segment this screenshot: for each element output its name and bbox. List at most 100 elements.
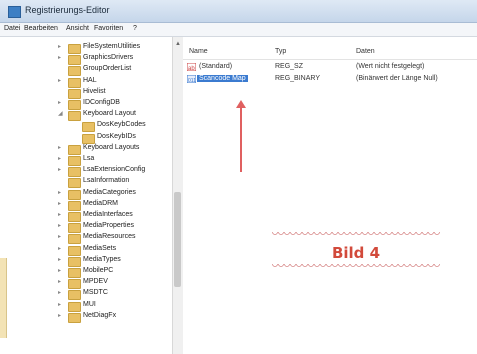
folder-icon — [82, 133, 95, 144]
expand-arrow-icon[interactable]: ▸ — [58, 233, 61, 240]
folder-icon — [68, 77, 81, 88]
expand-arrow-icon[interactable]: ▸ — [58, 54, 61, 61]
expand-arrow-icon[interactable]: ▸ — [58, 77, 61, 84]
tree-item-label: IDConfigDB — [83, 99, 120, 106]
tree-item-label: DosKeybCodes — [97, 121, 146, 129]
title-bar: Registrierungs-Editor — [0, 0, 477, 23]
folder-icon — [68, 279, 81, 290]
folder-icon — [68, 290, 81, 301]
folder-icon — [68, 167, 81, 178]
value-data: (Wert nicht festgelegt) — [356, 63, 425, 70]
expand-arrow-icon[interactable]: ▸ — [58, 278, 61, 285]
tree-item-label: Keyboard Layouts — [83, 143, 140, 151]
expand-arrow-icon[interactable]: ▸ — [58, 189, 61, 196]
expand-arrow-icon[interactable]: ▸ — [58, 312, 61, 319]
value-row[interactable]: ab (Standard) REG_SZ (Wert nicht festgel… — [183, 62, 477, 73]
folder-icon — [68, 245, 81, 256]
window-title: Registrierungs-Editor — [25, 5, 110, 15]
tree-item-label: DosKeybIDs — [97, 132, 136, 140]
value-type: REG_SZ — [275, 63, 304, 70]
folder-icon — [68, 301, 81, 312]
tree-item-label: MediaSets — [83, 244, 117, 252]
tree-item-label: MediaInterfaces — [83, 211, 133, 218]
folder-icon — [68, 256, 81, 267]
folder-icon — [68, 88, 81, 99]
tree-item-label: NetDiagFx — [83, 311, 117, 319]
svg-text:ab: ab — [188, 66, 195, 71]
expand-arrow-icon[interactable]: ▸ — [58, 211, 61, 218]
menu-help[interactable]: ? — [133, 25, 137, 32]
value-data: (Binärwert der Länge Null) — [356, 75, 438, 82]
tree-item-label: MediaResources — [83, 233, 136, 241]
scroll-up-icon[interactable]: ▲ — [175, 41, 181, 47]
folder-icon — [68, 234, 81, 245]
figure-label: Bild 4 — [331, 244, 381, 262]
menu-bar: Datei Bearbeiten Ansicht Favoriten ? — [0, 23, 477, 37]
annotation-wave-top — [272, 232, 440, 238]
string-value-icon: ab — [187, 63, 196, 71]
folder-icon — [68, 312, 81, 323]
value-type: REG_BINARY — [275, 75, 320, 82]
expand-arrow-icon[interactable]: ▸ — [58, 43, 61, 50]
folder-icon — [68, 223, 81, 234]
scrollbar-thumb[interactable] — [174, 192, 181, 287]
expand-arrow-icon[interactable]: ▸ — [58, 289, 61, 296]
value-name: (Standard) — [199, 63, 233, 70]
folder-icon — [68, 100, 81, 110]
tree-item-label: FileSystemUtilities — [83, 43, 141, 50]
tree-item-label: GraphicsDrivers — [83, 54, 134, 62]
values-list: Name Typ Daten ab (Standard) REG_SZ (Wer… — [183, 37, 477, 354]
menu-favoriten[interactable]: Favoriten — [94, 25, 123, 32]
folder-icon — [68, 189, 81, 200]
tree-item-label: MSDTC — [83, 289, 108, 297]
menu-datei[interactable]: Datei — [4, 25, 20, 32]
annotation-wave-bottom — [272, 264, 440, 270]
tree-item-label: LsaInformation — [83, 177, 130, 185]
binary-value-icon: 011 — [187, 75, 196, 83]
column-data[interactable]: Daten — [356, 48, 375, 55]
folder-icon — [68, 268, 81, 278]
expand-arrow-icon[interactable]: ▸ — [58, 222, 61, 229]
folder-icon — [68, 66, 81, 77]
tree-item-label: Hivelist — [83, 87, 106, 95]
expand-arrow-icon[interactable]: ▸ — [58, 267, 61, 274]
expand-arrow-icon[interactable]: ▸ — [58, 155, 61, 162]
tree-item-label: MediaCategories — [83, 188, 136, 196]
tree-item-label: Keyboard Layout — [83, 110, 136, 118]
tree-item-label: MediaTypes — [83, 255, 121, 263]
tree-item-label: LsaExtensionConfig — [83, 166, 146, 174]
tree-item-label: MediaDRM — [83, 199, 119, 207]
menu-ansicht[interactable]: Ansicht — [66, 25, 89, 32]
folder-icon — [68, 178, 81, 189]
list-header: Name Typ Daten — [183, 46, 477, 60]
folder-icon — [68, 144, 81, 155]
expand-arrow-icon[interactable]: ▸ — [58, 166, 61, 173]
tree-item-label: HAL — [83, 76, 97, 84]
folder-icon — [68, 200, 81, 211]
column-name[interactable]: Name — [189, 48, 208, 55]
expand-arrow-icon[interactable]: ▸ — [58, 256, 61, 263]
expand-arrow-icon[interactable]: ▸ — [58, 245, 61, 252]
side-panel-strip — [0, 258, 7, 338]
expand-arrow-icon[interactable]: ◢ — [58, 110, 63, 117]
tree-item-label: Lsa — [83, 155, 95, 162]
tree-item-label: MobilePC — [83, 267, 114, 274]
expand-arrow-icon[interactable]: ▸ — [58, 99, 61, 106]
folder-icon — [68, 44, 81, 54]
expand-arrow-icon[interactable]: ▸ — [58, 200, 61, 207]
tree-item-label: GroupOrderList — [83, 65, 132, 73]
annotation-arrow — [240, 106, 242, 172]
menu-bearbeiten[interactable]: Bearbeiten — [24, 25, 58, 32]
expand-arrow-icon[interactable]: ▸ — [58, 144, 61, 151]
expand-arrow-icon[interactable]: ▸ — [58, 301, 61, 308]
folder-icon — [82, 122, 95, 133]
tree-item-label: MUI — [83, 300, 96, 308]
folder-icon — [68, 156, 81, 166]
value-row-selected[interactable]: 011 Scancode Map REG_BINARY (Binärwert d… — [183, 74, 477, 85]
value-name[interactable]: Scancode Map — [197, 75, 248, 82]
column-type[interactable]: Typ — [275, 48, 286, 55]
registry-editor-icon — [8, 6, 21, 18]
folder-icon — [68, 111, 81, 122]
folder-icon — [68, 212, 81, 222]
tree-item-label: MediaProperties — [83, 222, 134, 230]
